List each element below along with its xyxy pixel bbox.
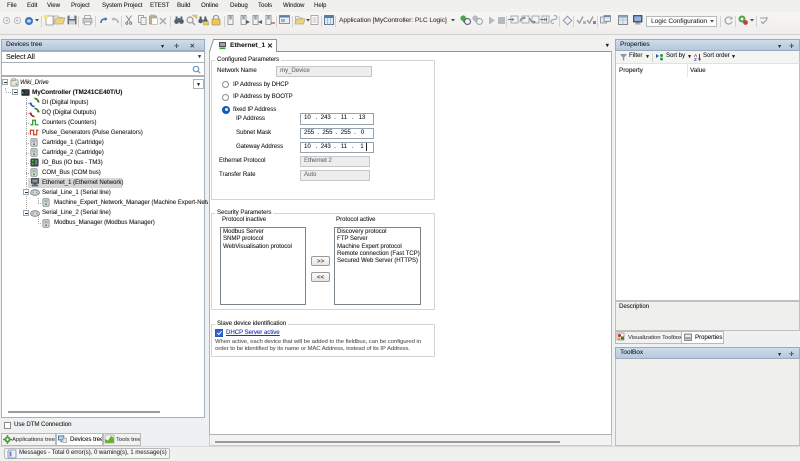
svg-text:Z: Z bbox=[694, 57, 697, 62]
